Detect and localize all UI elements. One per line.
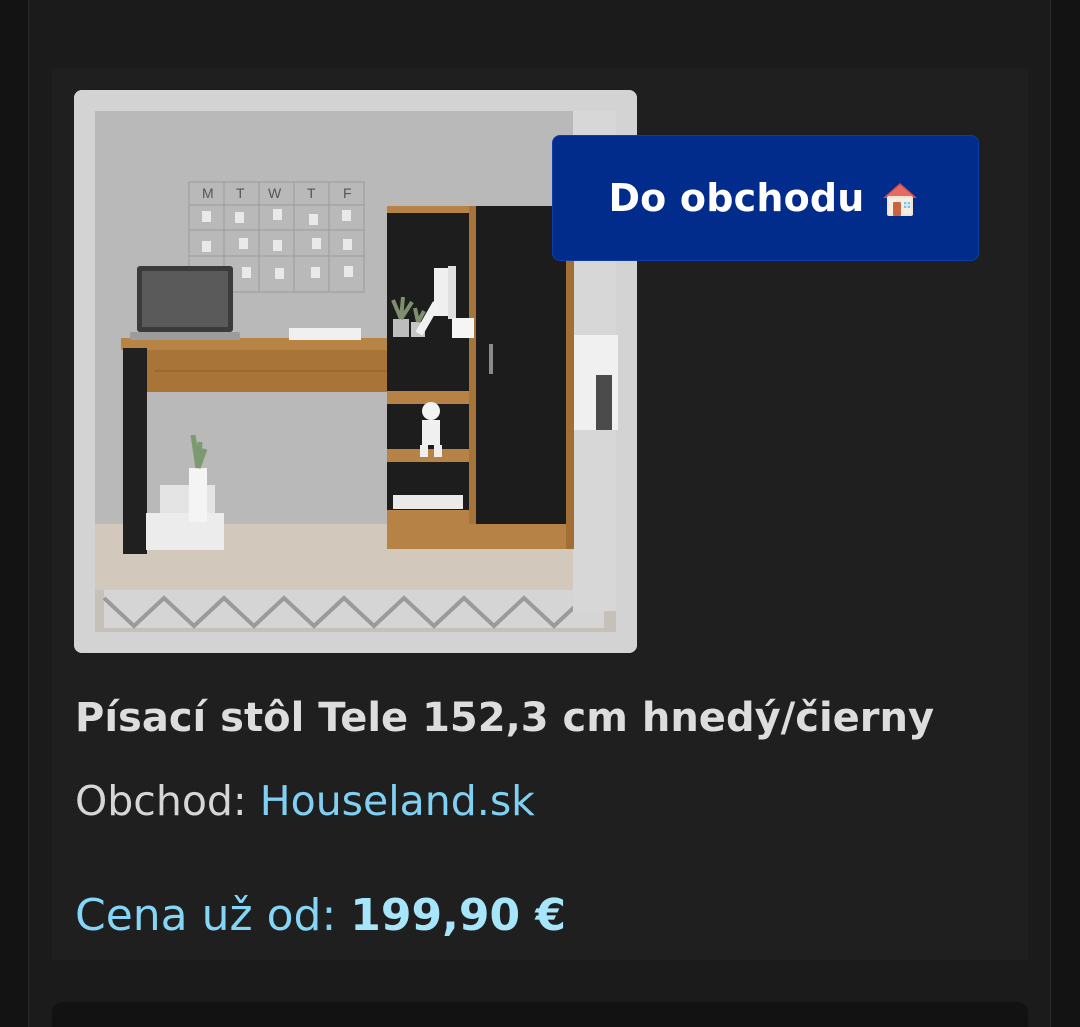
product-page: M T W T F Do obchodu Písací stôl Tele 15… — [0, 0, 1080, 1027]
price-value: 199,90 € — [350, 890, 566, 941]
shop-link[interactable]: Houseland.sk — [260, 777, 535, 825]
price-line: Cena už od: 199,90 € — [75, 889, 566, 943]
planner-day-tuesday: T — [236, 185, 245, 201]
shop-prefix: Obchod: — [75, 777, 260, 825]
planner-day-wednesday: W — [268, 185, 282, 201]
shop-line: Obchod: Houseland.sk — [75, 775, 535, 827]
planner-day-thursday: T — [307, 185, 316, 201]
product-title: Písací stôl Tele 152,3 cm hnedý/čierny — [75, 695, 935, 741]
next-product-card — [52, 1002, 1028, 1027]
price-prefix: Cena už od: — [75, 890, 351, 941]
planner-day-monday: M — [202, 185, 214, 201]
house-emoji-icon — [877, 175, 923, 221]
go-to-shop-button[interactable]: Do obchodu — [552, 135, 979, 261]
planner-day-friday: F — [343, 185, 352, 201]
go-to-shop-label: Do obchodu — [608, 176, 865, 220]
